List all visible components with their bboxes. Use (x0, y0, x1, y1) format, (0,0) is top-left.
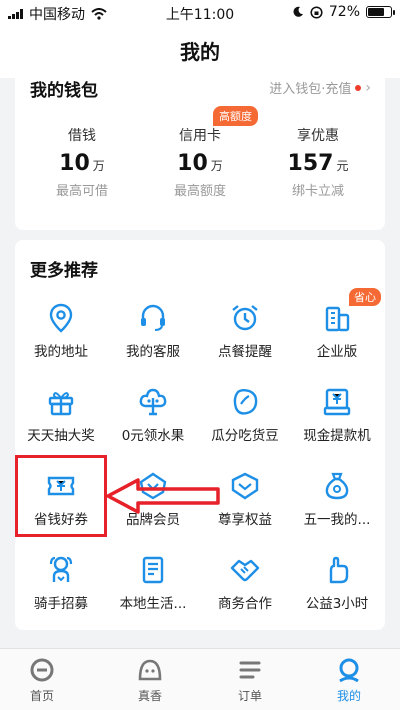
tab-label: 首页 (29, 689, 54, 703)
highlight-box (15, 455, 107, 537)
wallet-item-label: 享优惠 (297, 128, 339, 144)
grid-item-enterprise[interactable]: 省心 企业版 (291, 288, 383, 360)
grid-item-label: 五一我的... (303, 512, 371, 528)
wallet-item-label: 信用卡 (179, 128, 221, 144)
tab-home[interactable]: 首页 (2, 657, 82, 704)
battery-percent: 72% (328, 4, 360, 20)
tab-label: 订单 (237, 689, 262, 703)
grid-item-label: 公益3小时 (305, 596, 369, 612)
wallet-item-loan[interactable]: 借钱 10 万 最高可借 (32, 125, 132, 199)
grid-item-label: 现金提款机 (303, 428, 371, 444)
cash-machine-icon (323, 388, 351, 416)
grid-item-label: 天天抽大奖 (27, 428, 95, 444)
orders-icon (239, 661, 261, 679)
wallet-entry-link[interactable]: 进入钱包·充值 › (269, 78, 371, 98)
wallet-title: 我的钱包 (30, 81, 98, 101)
location-icon (49, 303, 73, 333)
building-icon (325, 306, 350, 332)
grid-item-label: 本地生活... (119, 596, 187, 612)
gift-icon (48, 392, 74, 416)
wallet-item-unit: 万 (210, 159, 223, 173)
wallet-card: 我的钱包 进入钱包·充值 › 高额度 借钱 10 万 最高可借 信用卡 10 万 最… (15, 70, 385, 230)
recommend-title: 更多推荐 (30, 261, 98, 281)
high-limit-badge: 高额度 (213, 106, 258, 126)
grid-item-charity[interactable]: 公益3小时 (291, 554, 383, 612)
recommend-card: 更多推荐 我的地址 我的客服 点餐提醒 省心 企业版 天天抽大奖 0元领水果 瓜… (15, 240, 385, 630)
grid-item-foodie-beans[interactable]: 瓜分吃货豆 (199, 386, 291, 444)
grid-item-local-life[interactable]: 本地生活... (107, 554, 199, 612)
discover-icon (138, 659, 162, 681)
tree-icon (139, 388, 167, 416)
grid-item-lottery[interactable]: 天天抽大奖 (15, 386, 107, 444)
wallet-item-value: 10 (177, 151, 208, 176)
wallet-item-credit-card[interactable]: 信用卡 10 万 最高额度 (150, 125, 250, 199)
money-bag-icon (325, 472, 349, 500)
charity-hand-icon (329, 556, 349, 584)
battery-icon (366, 6, 395, 18)
wallet-item-value: 157 (287, 151, 334, 176)
status-bar: 中国移动 上午11:00 72% (0, 0, 400, 26)
tab-label: 我的 (336, 689, 361, 703)
grid-item-label: 我的地址 (34, 344, 88, 360)
wallet-item-sub: 最高可借 (55, 184, 108, 199)
grid-item-rider-recruit[interactable]: 骑手招募 (15, 554, 107, 612)
pointer-arrow-icon (106, 478, 220, 514)
wallet-item-sub: 最高额度 (173, 184, 226, 199)
grid-item-may-day[interactable]: 五一我的... (291, 470, 383, 528)
wallet-item-value-row: 10 万 (150, 151, 250, 176)
notification-dot (355, 84, 362, 91)
moon-icon (293, 6, 303, 17)
save-worry-badge: 省心 (349, 288, 381, 306)
grid-item-meal-reminder[interactable]: 点餐提醒 (199, 302, 291, 360)
tab-label: 真香 (137, 689, 162, 703)
profile-icon (339, 658, 359, 683)
grid-item-label: 商务合作 (218, 596, 272, 612)
home-icon (30, 658, 54, 682)
grid-item-free-fruit[interactable]: 0元领水果 (107, 386, 199, 444)
handshake-icon (230, 559, 260, 582)
bean-icon (233, 389, 258, 415)
grid-item-label: 企业版 (316, 344, 358, 360)
tab-orders[interactable]: 订单 (210, 657, 290, 704)
headset-icon (141, 304, 165, 331)
grid-item-label: 骑手招募 (34, 596, 88, 612)
grid-item-label: 0元领水果 (121, 428, 185, 444)
wallet-item-unit: 万 (92, 159, 105, 173)
grid-item-business[interactable]: 商务合作 (199, 554, 291, 612)
grid-item-cash-machine[interactable]: 现金提款机 (291, 386, 383, 444)
wallet-item-value: 10 (59, 151, 90, 176)
wallet-item-value-row: 157 元 (268, 151, 368, 176)
wallet-item-value-row: 10 万 (32, 151, 132, 176)
rider-icon (49, 556, 73, 582)
grid-item-label: 点餐提醒 (218, 344, 272, 360)
rotation-lock-icon (310, 5, 323, 19)
crown-icon (231, 472, 259, 500)
wallet-item-sub: 绑卡立减 (291, 184, 344, 199)
grid-item-address[interactable]: 我的地址 (15, 302, 107, 360)
alarm-clock-icon (232, 305, 258, 331)
tab-discover[interactable]: 真香 (110, 657, 190, 704)
wallet-item-discount[interactable]: 享优惠 157 元 绑卡立减 (268, 125, 368, 199)
wallet-item-unit: 元 (336, 159, 349, 173)
grid-item-label: 我的客服 (126, 344, 180, 360)
document-icon (142, 556, 164, 584)
wallet-item-label: 借钱 (68, 128, 96, 144)
chevron-right-icon: › (365, 79, 371, 96)
grid-item-service[interactable]: 我的客服 (107, 302, 199, 360)
tab-bar: 首页 真香 订单 我的 (0, 648, 400, 710)
wallet-entry-label: 进入钱包·充值 (269, 82, 352, 97)
grid-item-label: 瓜分吃货豆 (211, 428, 279, 444)
tab-profile[interactable]: 我的 (309, 657, 389, 704)
